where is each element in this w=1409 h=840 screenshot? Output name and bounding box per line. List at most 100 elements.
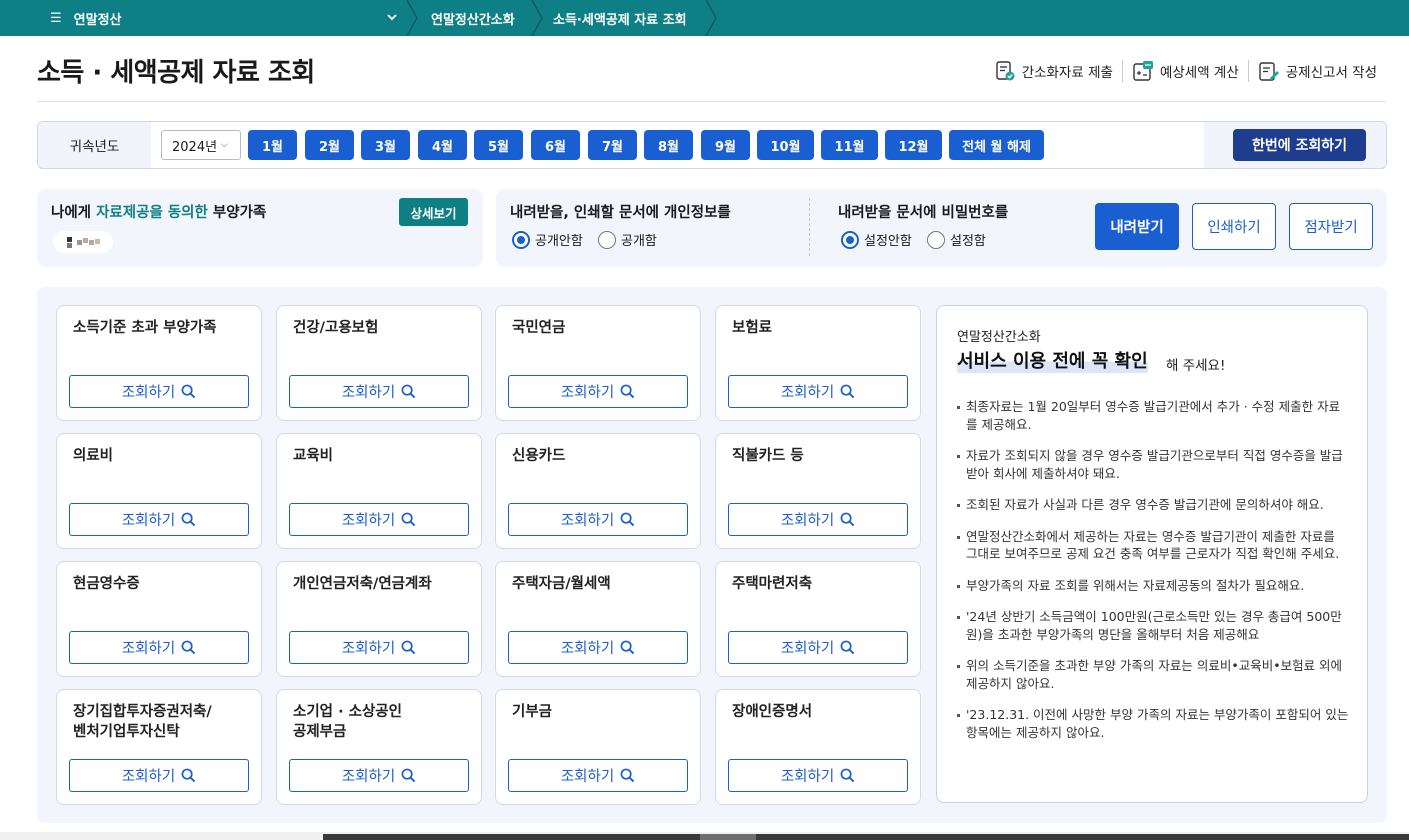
search-icon bbox=[620, 384, 635, 399]
deduction-card: 직불카드 등 조회하기 bbox=[715, 433, 921, 549]
estimate-tax-link[interactable]: 예상세액 계산 bbox=[1121, 60, 1248, 82]
breadcrumb-item-current[interactable]: 소득·세액공제 자료 조회 bbox=[553, 0, 687, 36]
download-options-panel: 내려받을, 인쇄할 문서에 개인정보를 공개안함 공개함 내려받을 문서에 비밀… bbox=[496, 189, 1387, 267]
breadcrumb-separator-icon bbox=[705, 0, 717, 36]
download-button[interactable]: 내려받기 bbox=[1095, 203, 1179, 250]
month-filter-bar: 귀속년도 2024년 ⌵ 1월 2월 3월 4월 5월 6월 7월 8월 9월 … bbox=[37, 121, 1387, 169]
query-button[interactable]: 조회하기 bbox=[508, 759, 688, 792]
query-button[interactable]: 조회하기 bbox=[728, 503, 908, 536]
horizontal-scrollbar[interactable] bbox=[0, 832, 1409, 840]
dependent-chip-redacted[interactable] bbox=[53, 231, 113, 253]
privacy-radio-hide-label: 공개안함 bbox=[535, 234, 583, 249]
redacted-pixel bbox=[77, 240, 82, 245]
options-divider bbox=[809, 198, 810, 256]
dependents-title-post: 부양가족 bbox=[207, 205, 267, 221]
privacy-radio-hide[interactable]: 공개안함 bbox=[512, 230, 583, 249]
query-button[interactable]: 조회하기 bbox=[69, 759, 249, 792]
search-icon bbox=[620, 512, 635, 527]
deduction-card: 개인연금저축/연금계좌 조회하기 bbox=[276, 561, 482, 677]
month-button-3[interactable]: 3월 bbox=[361, 130, 410, 160]
search-icon bbox=[181, 384, 196, 399]
month-button-9[interactable]: 9월 bbox=[701, 130, 750, 160]
deduction-card: 교육비 조회하기 bbox=[276, 433, 482, 549]
search-icon bbox=[181, 768, 196, 783]
dependents-title: 나에게 자료제공을 동의한 부양가족 bbox=[51, 201, 266, 222]
query-button[interactable]: 조회하기 bbox=[508, 375, 688, 408]
query-button[interactable]: 조회하기 bbox=[728, 631, 908, 664]
password-radio-none[interactable]: 설정안함 bbox=[841, 230, 912, 249]
password-radio-none-label: 설정안함 bbox=[864, 234, 912, 249]
write-deduction-form-link[interactable]: 공제신고서 작성 bbox=[1247, 60, 1386, 82]
braille-button[interactable]: 점자받기 bbox=[1289, 203, 1373, 250]
menu-dropdown[interactable]: ☰ 연말정산 bbox=[36, 0, 408, 36]
deduction-card: 신용카드 조회하기 bbox=[495, 433, 701, 549]
radio-unselected-icon bbox=[598, 230, 616, 249]
deduction-card-title: 건강/고용보험 bbox=[293, 320, 379, 336]
query-button-label: 조회하기 bbox=[780, 769, 835, 785]
estimate-tax-label: 예상세액 계산 bbox=[1159, 65, 1239, 81]
hamburger-icon: ☰ bbox=[50, 10, 62, 26]
month-button-4[interactable]: 4월 bbox=[418, 130, 467, 160]
form-edit-icon bbox=[1259, 62, 1279, 81]
search-icon bbox=[840, 640, 855, 655]
query-button[interactable]: 조회하기 bbox=[508, 631, 688, 664]
menu-label: 연말정산 bbox=[73, 12, 122, 28]
query-button[interactable]: 조회하기 bbox=[69, 503, 249, 536]
deduction-card: 장기집합투자증권저축/ 벤처기업투자신탁 조회하기 bbox=[56, 689, 262, 805]
month-button-2[interactable]: 2월 bbox=[305, 130, 354, 160]
month-button-6[interactable]: 6월 bbox=[531, 130, 580, 160]
search-icon bbox=[840, 384, 855, 399]
month-button-7[interactable]: 7월 bbox=[588, 130, 637, 160]
submit-simplified-link[interactable]: 간소화자료 제출 bbox=[985, 60, 1122, 82]
month-bar-action-area: 한번에 조회하기 bbox=[1204, 122, 1386, 168]
month-button-11[interactable]: 11월 bbox=[821, 130, 878, 160]
dependents-panel: 나에게 자료제공을 동의한 부양가족 상세보기 bbox=[37, 189, 483, 267]
query-button[interactable]: 조회하기 bbox=[289, 631, 469, 664]
query-button[interactable]: 조회하기 bbox=[289, 503, 469, 536]
month-button-12[interactable]: 12월 bbox=[885, 130, 942, 160]
year-select[interactable]: 2024년 ⌵ bbox=[161, 130, 241, 160]
privacy-radio-show[interactable]: 공개함 bbox=[598, 230, 657, 249]
query-button[interactable]: 조회하기 bbox=[508, 503, 688, 536]
scrollbar-thumb[interactable] bbox=[700, 834, 756, 840]
deduction-card-title: 소기업 · 소상공인 공제부금 bbox=[293, 704, 402, 740]
deduction-card: 소기업 · 소상공인 공제부금조회하기 bbox=[276, 689, 482, 805]
radio-selected-icon bbox=[512, 230, 530, 249]
deduction-card-title: 장애인증명서 bbox=[732, 704, 813, 720]
redacted-pixel bbox=[67, 237, 72, 242]
breadcrumb-item-simplified[interactable]: 연말정산간소화 bbox=[431, 0, 515, 36]
month-button-10[interactable]: 10월 bbox=[757, 130, 814, 160]
month-button-5[interactable]: 5월 bbox=[474, 130, 523, 160]
deduction-card-title: 현금영수증 bbox=[73, 576, 140, 592]
query-button[interactable]: 조회하기 bbox=[289, 375, 469, 408]
page-title: 소득 · 세액공제 자료 조회 bbox=[37, 58, 315, 88]
deduction-card-title: 의료비 bbox=[73, 448, 114, 464]
notice-box: 연말정산간소화 서비스 이용 전에 꼭 확인 해 주세요! 최종자료는 1월 2… bbox=[936, 305, 1368, 803]
query-button-label: 조회하기 bbox=[121, 769, 176, 785]
month-button-1[interactable]: 1월 bbox=[248, 130, 297, 160]
query-button[interactable]: 조회하기 bbox=[728, 759, 908, 792]
query-button[interactable]: 조회하기 bbox=[69, 375, 249, 408]
password-radio-set[interactable]: 설정함 bbox=[927, 230, 986, 249]
query-button-label: 조회하기 bbox=[341, 385, 396, 401]
calculator-icon bbox=[1133, 61, 1153, 81]
search-icon bbox=[840, 512, 855, 527]
dependents-title-highlight: 자료제공을 동의한 bbox=[96, 205, 208, 221]
detail-view-button[interactable]: 상세보기 bbox=[399, 198, 468, 226]
query-button[interactable]: 조회하기 bbox=[728, 375, 908, 408]
query-all-button[interactable]: 한번에 조회하기 bbox=[1233, 129, 1366, 161]
notice-subtitle: 연말정산간소화 bbox=[957, 330, 1041, 345]
year-select-value: 2024년 bbox=[172, 139, 218, 155]
privacy-radio-show-label: 공개함 bbox=[621, 234, 657, 249]
print-button[interactable]: 인쇄하기 bbox=[1192, 203, 1276, 250]
clear-all-months-button[interactable]: 전체 월 해제 bbox=[949, 130, 1044, 160]
deduction-card-title: 국민연금 bbox=[512, 320, 566, 336]
deduction-card: 장애인증명서조회하기 bbox=[715, 689, 921, 805]
query-button[interactable]: 조회하기 bbox=[69, 631, 249, 664]
notice-item: 최종자료는 1월 20일부터 영수증 발급기관에서 추가 · 수정 제출한 자료… bbox=[957, 398, 1349, 433]
notice-item: 자료가 조회되지 않을 경우 영수증 발급기관으로부터 직접 영수증을 발급받아… bbox=[957, 447, 1349, 482]
month-button-8[interactable]: 8월 bbox=[644, 130, 693, 160]
query-button-label: 조회하기 bbox=[121, 641, 176, 657]
query-button[interactable]: 조회하기 bbox=[289, 759, 469, 792]
query-button-label: 조회하기 bbox=[560, 385, 615, 401]
